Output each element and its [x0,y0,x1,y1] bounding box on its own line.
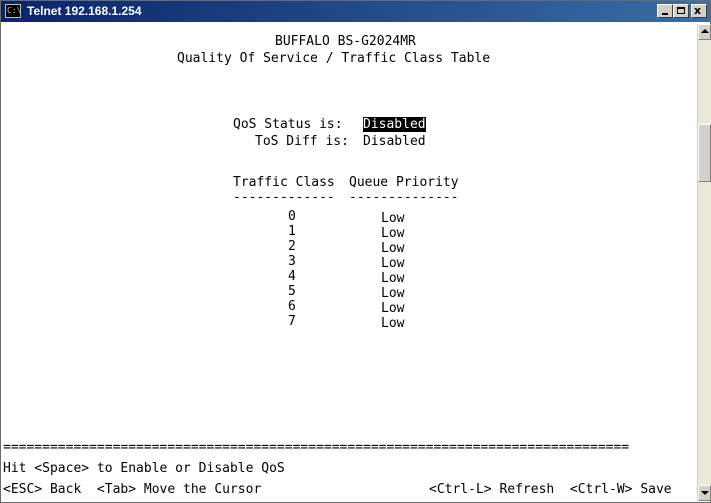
header-underline-class: ------------- [233,190,335,205]
footer-keys-right: <Ctrl-L> Refresh <Ctrl-W> Save [429,482,672,497]
telnet-window: C:\ Telnet 192.168.1.254 x BUFFALO BS-G2… [0,0,711,503]
header-underline-priority: -------------- [349,190,459,205]
vertical-scrollbar[interactable] [697,24,711,501]
qos-status-label: QoS Status is: [233,117,343,132]
close-icon: x [694,4,702,17]
separator-line: ========================================… [3,441,630,455]
footer-keys-left: <ESC> Back <Tab> Move the Cursor [3,482,262,497]
header-traffic-class: Traffic Class [233,175,335,190]
scroll-down-button[interactable] [698,485,711,501]
arrow-up-icon [701,29,709,33]
traffic-class-cell: 3 [288,254,296,269]
maximize-button[interactable] [673,4,689,18]
minimize-button[interactable] [657,4,673,18]
hint-text: Hit <Space> to Enable or Disable QoS [3,461,285,476]
queue-priority-cell[interactable]: Low [381,316,404,331]
traffic-class-cell: 7 [288,314,296,329]
scroll-thumb[interactable] [698,124,711,182]
queue-priority-cell[interactable]: Low [381,256,404,271]
console-icon: C:\ [5,4,21,18]
maximize-icon [677,7,685,14]
queue-priority-cell[interactable]: Low [381,226,404,241]
queue-priority-cell[interactable]: Low [381,241,404,256]
tos-diff-value[interactable]: Disabled [363,134,426,149]
traffic-class-cell: 6 [288,299,296,314]
page-title: Quality Of Service / Traffic Class Table [177,51,491,66]
arrow-down-icon [701,491,709,495]
traffic-class-cell: 5 [288,284,296,299]
queue-priority-cell[interactable]: Low [381,211,404,226]
scroll-up-button[interactable] [698,24,711,40]
queue-priority-cell[interactable]: Low [381,301,404,316]
console-icon-label: C:\ [7,6,22,15]
tos-diff-label: ToS Diff is: [255,134,349,149]
qos-status-value[interactable]: Disabled [363,117,426,132]
traffic-class-cell: 1 [288,224,296,239]
traffic-class-cell: 0 [288,209,296,224]
device-name: BUFFALO BS-G2024MR [275,34,416,49]
traffic-class-cell: 4 [288,269,296,284]
header-queue-priority: Queue Priority [349,175,459,190]
queue-priority-cell[interactable]: Low [381,286,404,301]
minimize-icon [662,13,668,15]
window-title: Telnet 192.168.1.254 [27,4,142,18]
title-bar[interactable]: C:\ Telnet 192.168.1.254 x [1,1,710,22]
queue-priority-cell[interactable]: Low [381,271,404,286]
terminal-screen[interactable]: BUFFALO BS-G2024MR Quality Of Service / … [3,24,697,501]
traffic-class-cell: 2 [288,239,296,254]
close-button[interactable]: x [691,4,707,18]
